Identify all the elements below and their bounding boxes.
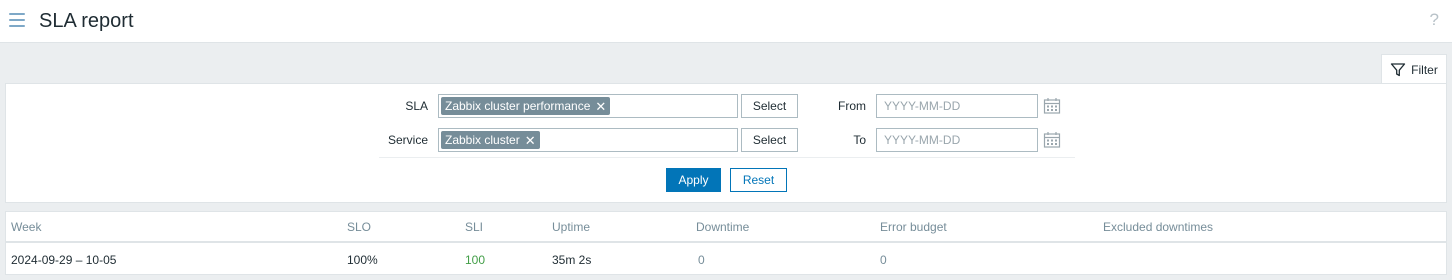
sla-label: SLA xyxy=(405,99,428,113)
page-header: SLA report ? xyxy=(0,0,1452,43)
sla-multiselect[interactable]: Zabbix cluster performance ✕ xyxy=(438,94,738,118)
sla-report-table: Week SLO SLI Uptime Downtime Error budge… xyxy=(5,211,1447,275)
service-select-button[interactable]: Select xyxy=(741,128,798,152)
column-header-uptime: Uptime xyxy=(552,220,591,234)
apply-button[interactable]: Apply xyxy=(666,168,721,192)
column-header-slo: SLO xyxy=(347,220,372,234)
to-label: To xyxy=(853,133,866,147)
cell-sli: 100 xyxy=(465,253,486,267)
sla-select-button[interactable]: Select xyxy=(741,94,798,118)
reset-button[interactable]: Reset xyxy=(730,168,787,192)
from-date-input[interactable] xyxy=(876,94,1038,118)
service-tag: Zabbix cluster ✕ xyxy=(441,131,540,149)
column-header-week: Week xyxy=(11,220,42,234)
column-header-error-budget: Error budget xyxy=(880,220,947,234)
filter-divider xyxy=(379,157,1075,158)
question-icon[interactable]: ? xyxy=(1430,10,1439,30)
to-date-input[interactable] xyxy=(876,128,1038,152)
column-header-downtime: Downtime xyxy=(696,220,750,234)
sla-tag-label: Zabbix cluster performance xyxy=(445,99,591,113)
service-tag-label: Zabbix cluster xyxy=(445,133,520,147)
column-header-excluded-downtimes: Excluded downtimes xyxy=(1103,220,1214,234)
cell-error-budget: 0 xyxy=(880,253,887,267)
cell-downtime: 0 xyxy=(698,253,705,267)
calendar-icon[interactable] xyxy=(1042,130,1062,150)
funnel-icon xyxy=(1391,62,1406,76)
close-icon[interactable]: ✕ xyxy=(525,134,536,147)
filter-tab[interactable]: Filter xyxy=(1381,54,1447,84)
service-multiselect[interactable]: Zabbix cluster ✕ xyxy=(438,128,738,152)
close-icon[interactable]: ✕ xyxy=(595,100,606,113)
column-header-sli: SLI xyxy=(465,220,484,234)
table-header-row: Week SLO SLI Uptime Downtime Error budge… xyxy=(6,212,1446,243)
page-title: SLA report xyxy=(39,10,134,32)
cell-uptime: 35m 2s xyxy=(552,253,592,267)
from-label: From xyxy=(838,99,866,113)
filter-panel: SLA Zabbix cluster performance ✕ Select … xyxy=(5,83,1447,203)
cell-week: 2024-09-29 – 10-05 xyxy=(11,253,117,267)
cell-slo: 100% xyxy=(347,253,378,267)
table-row: 2024-09-29 – 10-05 100% 100 35m 2s 0 0 xyxy=(6,245,1446,275)
calendar-icon[interactable] xyxy=(1042,96,1062,116)
hamburger-icon[interactable] xyxy=(9,13,25,27)
sla-tag: Zabbix cluster performance ✕ xyxy=(441,97,611,115)
service-label: Service xyxy=(387,133,428,147)
filter-tab-label: Filter xyxy=(1411,62,1438,77)
